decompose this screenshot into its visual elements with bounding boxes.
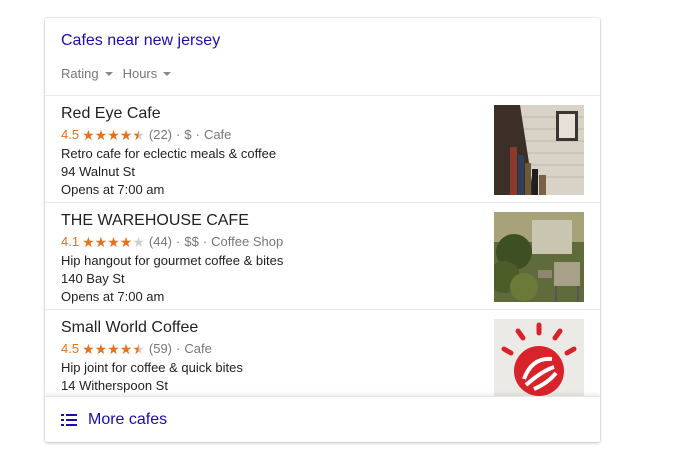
review-count[interactable]: (22) [149,127,172,142]
category: Coffee Shop [211,234,284,249]
result-hours: Opens at 7:00 am [61,182,165,197]
result-item-warehouse-cafe[interactable]: THE WAREHOUSE CAFE 4.1 ★ ★ ★ ★ ★ (44) · $$ ·… [45,203,600,309]
price-level: $ [184,127,192,142]
result-address: 140 Bay St [61,271,125,286]
star-icon: ★ [119,340,133,357]
star-icon: ★ [94,233,108,250]
filter-rating[interactable]: Rating [61,66,113,81]
rating-value: 4.5 [61,127,80,142]
filter-hours[interactable]: Hours [123,66,172,81]
category: Cafe [203,127,232,142]
result-photo[interactable] [494,105,584,195]
separator: · [176,234,181,249]
result-description: Hip hangout for gourmet coffee & bites [61,253,284,268]
rating-value: 4.5 [61,341,80,356]
local-results-title[interactable]: Cafes near new jersey [61,32,220,50]
filter-rating-label: Rating [61,66,99,81]
result-description: Hip joint for coffee & quick bites [61,360,243,375]
star-icon: ★ [132,126,145,143]
result-description: Retro cafe for eclectic meals & coffee [61,146,277,161]
star-rating: ★ ★ ★ ★ ★ [82,342,145,356]
result-photo[interactable] [494,212,584,302]
filter-hours-label: Hours [122,66,158,81]
more-cafes-label: More cafes [88,410,168,428]
star-rating: ★ ★ ★ ★ ★ [82,128,145,142]
chevron-down-icon [104,71,113,76]
local-results-card: Cafes near new jersey Rating Hours Red E… [45,18,600,442]
result-name[interactable]: THE WAREHOUSE CAFE [61,212,249,230]
result-name[interactable]: Red Eye Cafe [61,105,161,123]
price-level: $$ [184,234,199,249]
star-icon: ★ [82,126,95,143]
separator: · [176,341,181,356]
review-count[interactable]: (44) [149,234,172,249]
more-cafes-button[interactable]: More cafes [45,396,600,442]
star-rating: ★ ★ ★ ★ ★ [82,235,145,249]
result-item-red-eye-cafe[interactable]: Red Eye Cafe 4.5 ★ ★ ★ ★ ★ (22) · $ · Cafe R… [45,96,600,202]
star-icon: ★ [119,126,133,143]
separator: · [176,127,181,142]
category: Cafe [184,341,212,356]
result-hours: Opens at 7:00 am [61,289,165,304]
star-icon: ★ [119,233,133,250]
star-icon: ★ [132,340,145,357]
separator: · [195,127,200,142]
result-address: 14 Witherspoon St [61,378,168,393]
star-icon: ★ [82,340,95,357]
star-icon: ★ [94,340,108,357]
star-icon: ★ [94,126,108,143]
star-icon: ★ [107,233,120,250]
result-meta: 4.1 ★ ★ ★ ★ ★ (44) · $$ · Coffee Shop [61,234,283,249]
star-icon: ★ [107,126,120,143]
star-icon: ★ [132,233,145,250]
result-meta: 4.5 ★ ★ ★ ★ ★ (59) · Cafe [61,341,212,356]
rating-value: 4.1 [61,234,80,249]
chevron-down-icon [163,71,172,76]
filter-bar: Rating Hours [61,66,172,81]
result-meta: 4.5 ★ ★ ★ ★ ★ (22) · $ · Cafe [61,127,231,142]
list-icon [61,413,77,426]
star-icon: ★ [107,340,120,357]
separator: · [202,234,208,249]
star-icon: ★ [82,233,95,250]
review-count[interactable]: (59) [149,341,172,356]
result-name[interactable]: Small World Coffee [61,319,198,337]
result-address: 94 Walnut St [61,164,135,179]
